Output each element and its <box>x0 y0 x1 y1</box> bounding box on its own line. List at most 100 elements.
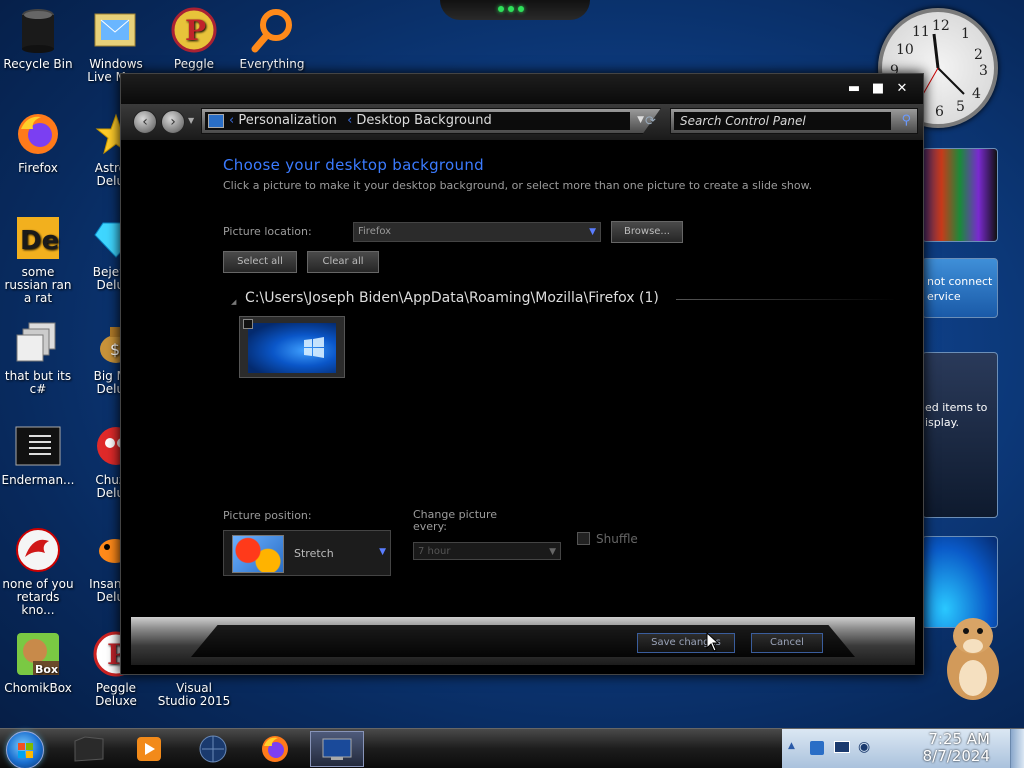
desktop-icon-russian-rat[interactable]: De some russian ran a rat <box>0 214 76 305</box>
svg-text:Box: Box <box>35 663 58 676</box>
desktop-icon-recycle-bin[interactable]: Recycle Bin <box>0 6 76 71</box>
desktop-icon-none-of-you[interactable]: none of you retards kno... <box>0 526 76 617</box>
display-settings-icon <box>322 738 352 760</box>
window-titlebar[interactable]: ▬ ■ ✕ <box>121 74 923 104</box>
svg-text:P: P <box>185 14 206 47</box>
refresh-icon[interactable]: ⟳ <box>645 114 656 129</box>
taskbar-item-personalization[interactable] <box>310 731 364 767</box>
collapse-group-icon[interactable]: ◢ <box>231 298 236 306</box>
browse-button[interactable]: Browse... <box>611 221 683 243</box>
page-description: Click a picture to make it your desktop … <box>223 179 813 192</box>
desktop-icon-label: Firefox <box>18 161 58 175</box>
breadcrumb-desktop-background[interactable]: Desktop Background <box>356 113 491 128</box>
start-button[interactable] <box>6 731 44 768</box>
clear-all-button[interactable]: Clear all <box>307 251 379 273</box>
desktop-icon-label: some russian ran a rat <box>4 265 72 305</box>
feed-gadget-text: ervice <box>927 290 961 303</box>
mail-icon <box>92 6 140 54</box>
forward-button[interactable]: › <box>161 110 185 134</box>
picture-location-value: Firefox <box>358 226 392 237</box>
control-panel-icon <box>208 114 224 128</box>
show-hidden-icons-button[interactable]: ▲ <box>788 741 795 751</box>
search-box[interactable]: Search Control Panel ⚲ <box>670 108 918 134</box>
volume-icon[interactable]: ◉ <box>858 739 870 755</box>
save-changes-button[interactable]: Save changes <box>637 633 735 653</box>
clock-time: 7:25 AM <box>928 730 990 748</box>
svg-text:De: De <box>20 226 59 256</box>
wallpaper-thumbnail[interactable] <box>239 316 345 378</box>
desktop-icon-label: Peggle <box>173 57 215 71</box>
search-input[interactable]: Search Control Panel <box>674 112 891 130</box>
firefox-icon <box>262 736 288 762</box>
recent-pages-dropdown[interactable]: ▼ <box>188 116 194 125</box>
desktop-icon-peggle[interactable]: P Peggle <box>156 6 232 71</box>
address-dropdown-icon[interactable]: ▼ <box>637 115 644 125</box>
hamster-pet[interactable] <box>938 606 1008 702</box>
picture-location-dropdown[interactable]: Firefox ▼ <box>353 222 601 242</box>
globe-icon <box>199 735 227 763</box>
desktop-icon-label: none of you retards kno... <box>2 577 74 617</box>
desktop-icon-label: Everything <box>239 57 305 71</box>
windows-wallpaper-image <box>248 323 336 373</box>
desktop-icon-label: Peggle Deluxe <box>95 681 137 708</box>
desktop-icon-label: that but its c# <box>4 369 72 396</box>
network-icon[interactable] <box>810 741 824 755</box>
taskbar-item-firefox[interactable] <box>248 731 302 767</box>
desktop-top-notch <box>440 0 590 20</box>
change-picture-label: Change picture every: <box>413 508 498 533</box>
personalization-window[interactable]: ▬ ■ ✕ ‹ › ▼ ‹ Personalization ‹ Desktop … <box>120 73 924 675</box>
minimize-button[interactable]: ▬ <box>847 82 861 96</box>
search-icon[interactable]: ⚲ <box>901 113 911 128</box>
peggle-icon: P <box>170 6 218 54</box>
thumbnail-checkbox[interactable] <box>243 319 253 329</box>
info-gadget-text: ed items to <box>925 401 988 414</box>
desktop-icon-label: Visual Studio 2015 <box>157 681 231 708</box>
desktop-icon-firefox[interactable]: Firefox <box>0 110 76 175</box>
picture-location-label: Picture location: <box>223 225 312 238</box>
system-tray: ▲ ◉ 7:25 AM 8/7/2024 <box>782 729 1024 768</box>
picture-position-value: Stretch <box>294 547 334 560</box>
shuffle-checkbox[interactable] <box>577 532 590 545</box>
desktop-icon-everything[interactable]: Everything <box>234 6 310 71</box>
dark-folder-icon <box>74 736 104 762</box>
cancel-button[interactable]: Cancel <box>751 633 823 653</box>
feed-gadget[interactable]: not connect ervice <box>922 258 998 318</box>
desktop-icon-enderman[interactable]: Enderman... <box>0 422 76 487</box>
close-button[interactable]: ✕ <box>895 82 909 96</box>
magnifier-icon <box>248 6 296 54</box>
folder-group-header[interactable]: C:\Users\Joseph Biden\AppData\Roaming\Mo… <box>245 290 659 306</box>
taskbar-item-explorer[interactable] <box>62 731 116 767</box>
firefox-icon <box>14 110 62 158</box>
taskbar-item-browser[interactable] <box>186 731 240 767</box>
picture-position-dropdown[interactable]: Stretch ▼ <box>223 530 391 576</box>
info-gadget[interactable]: ed items to isplay. <box>922 352 998 518</box>
show-desktop-button[interactable] <box>1010 729 1024 768</box>
address-bar[interactable]: ‹ Personalization ‹ Desktop Background ▼ <box>201 108 661 134</box>
svg-text:$: $ <box>110 340 120 359</box>
change-picture-interval-dropdown[interactable]: 7 hour ▼ <box>413 542 561 560</box>
chevron-down-icon: ▼ <box>379 547 386 557</box>
hamster-box-icon: Box <box>14 630 62 678</box>
mouse-cursor-icon <box>706 632 720 652</box>
slideshow-gadget[interactable] <box>922 148 998 242</box>
stacked-windows-icon <box>14 318 62 366</box>
taskbar-item-media-player[interactable] <box>122 731 176 767</box>
desktop-icon-label: ChomikBox <box>4 681 72 695</box>
back-button[interactable]: ‹ <box>133 110 157 134</box>
desktop-background-panel: Choose your desktop background Click a p… <box>121 140 923 616</box>
select-all-button[interactable]: Select all <box>223 251 297 273</box>
monitor-icon[interactable] <box>834 741 850 753</box>
desktop-icon-that-but-c[interactable]: that but its c# <box>0 318 76 396</box>
feed-gadget-text: not connect <box>927 275 993 288</box>
taskbar-clock[interactable]: 7:25 AM 8/7/2024 <box>923 731 990 765</box>
media-player-icon <box>137 737 161 761</box>
de-app-icon: De <box>14 214 62 262</box>
page-title: Choose your desktop background <box>223 156 484 174</box>
position-preview-image <box>232 535 284 573</box>
shuffle-label: Shuffle <box>596 532 638 546</box>
maximize-button[interactable]: ■ <box>871 82 885 96</box>
chevron-down-icon: ▼ <box>549 547 556 557</box>
breadcrumb-personalization[interactable]: Personalization <box>238 113 337 128</box>
desktop-icon-label: Recycle Bin <box>3 57 73 71</box>
desktop-icon-chomikbox[interactable]: Box ChomikBox <box>0 630 76 695</box>
